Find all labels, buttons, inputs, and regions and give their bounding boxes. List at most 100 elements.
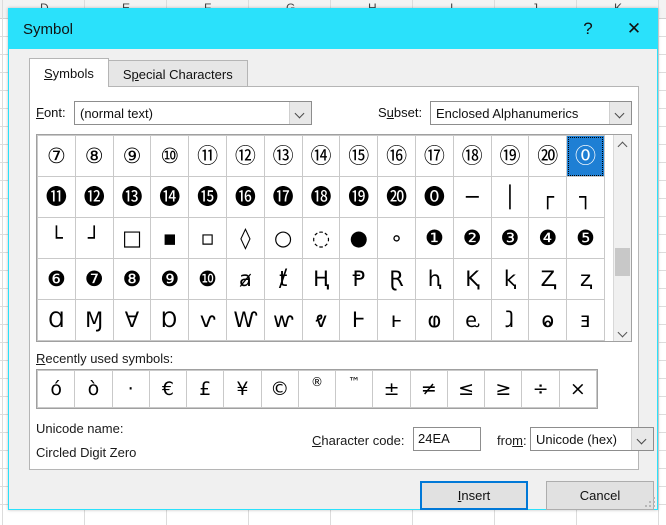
symbol-cell[interactable]: ─ [452, 176, 492, 218]
symbol-cell[interactable]: ▪ [150, 217, 190, 259]
symbol-cell[interactable]: ⑮ [339, 135, 379, 177]
symbol-cell[interactable]: ⓱ [263, 176, 303, 218]
symbol-cell[interactable]: ⓭ [112, 176, 152, 218]
symbol-cell[interactable]: ⱥ [225, 258, 265, 300]
recent-symbol-cell[interactable]: × [558, 370, 598, 408]
scrollbar-thumb[interactable] [615, 248, 630, 276]
resize-grip[interactable] [641, 493, 655, 507]
symbol-cell[interactable]: ◌ [301, 217, 341, 259]
symbol-cell[interactable]: ⓬ [74, 176, 114, 218]
symbol-cell[interactable]: ⑯ [377, 135, 416, 177]
chevron-down-icon[interactable] [631, 428, 653, 450]
symbol-cell[interactable]: ⱪ [490, 258, 530, 300]
symbol-cell[interactable]: ⓲ [301, 176, 341, 218]
symbol-cell[interactable]: Ⱨ [301, 258, 341, 300]
symbol-cell[interactable]: ❽ [112, 258, 152, 300]
symbol-cell[interactable]: ❺ [566, 217, 605, 259]
symbol-cell[interactable]: ⱴ [301, 299, 341, 341]
symbol-cell[interactable]: ⱬ [566, 258, 605, 300]
close-icon[interactable]: ✕ [611, 9, 657, 49]
symbol-cell[interactable]: ● [339, 217, 379, 259]
scroll-up-icon[interactable] [614, 135, 631, 152]
symbol-cell[interactable]: ○ [263, 217, 303, 259]
symbol-grid-scrollbar[interactable] [613, 135, 631, 341]
symbol-cell[interactable]: Ⱶ [339, 299, 379, 341]
symbol-grid[interactable]: ⑦ ⑧ ⑨ ⑩ ⑪ ⑫ ⑬ ⑭ ⑮ ⑯ ⑰ ⑱ ⑲ ⑳ ⓪ ⓫ ⓬ ⓭ ⓮ ⓯ ⓰ ⓱ ⓲ ⓳ ⓴ ⓿ ─ │ ┌ ┐ └ ┘ □ ▪ ▫ ◊ ○ ◌ ● ∘… [37, 135, 605, 341]
symbol-cell[interactable]: ⑫ [225, 135, 265, 177]
recent-symbol-cell[interactable]: ≥ [484, 370, 523, 408]
symbol-cell[interactable]: ⑩ [150, 135, 190, 177]
recent-symbol-cell[interactable]: ± [372, 370, 411, 408]
font-combobox[interactable]: (normal text) [74, 101, 312, 125]
symbol-cell[interactable]: Ⱳ [225, 299, 265, 341]
symbol-cell[interactable]: ❸ [490, 217, 530, 259]
symbol-cell[interactable]: ❿ [188, 258, 227, 300]
symbol-cell[interactable]: │ [490, 176, 530, 218]
symbol-cell[interactable]: ⑦ [37, 135, 76, 177]
symbol-cell[interactable]: ⓯ [188, 176, 227, 218]
character-code-input[interactable]: 24EA [413, 427, 481, 451]
symbol-cell[interactable]: ⱨ [414, 258, 454, 300]
symbol-cell[interactable]: ∘ [377, 217, 416, 259]
symbol-cell[interactable]: ❶ [414, 217, 454, 259]
symbol-cell[interactable]: ⑪ [188, 135, 227, 177]
symbol-cell[interactable]: □ [112, 217, 152, 259]
scroll-down-icon[interactable] [614, 324, 631, 341]
subset-combobox[interactable]: Enclosed Alphanumerics [430, 101, 632, 125]
insert-button[interactable]: Insert [420, 481, 528, 510]
recent-symbol-cell[interactable]: ™ [335, 370, 374, 408]
recent-symbol-cell[interactable]: · [111, 370, 150, 408]
from-combobox[interactable]: Unicode (hex) [530, 427, 654, 451]
symbol-cell[interactable]: ⑬ [263, 135, 303, 177]
symbol-cell[interactable]: ⱦ [263, 258, 303, 300]
symbol-cell[interactable]: Ⱬ [528, 258, 568, 300]
recent-symbol-cell[interactable]: ò [74, 370, 113, 408]
symbol-cell[interactable]: Ɑ [37, 299, 76, 341]
symbol-cell[interactable]: ⱳ [263, 299, 303, 341]
symbol-cell[interactable]: Ɒ [150, 299, 190, 341]
symbol-cell[interactable]: ⑰ [414, 135, 454, 177]
symbol-cell[interactable]: ⑲ [490, 135, 530, 177]
symbol-cell[interactable]: ┌ [528, 176, 568, 218]
symbol-cell[interactable]: ⑱ [452, 135, 492, 177]
symbol-cell[interactable]: ⑭ [301, 135, 341, 177]
symbol-cell[interactable]: ❼ [74, 258, 114, 300]
symbol-cell[interactable]: Ɽ [377, 258, 416, 300]
help-icon[interactable]: ? [565, 9, 611, 49]
cancel-button[interactable]: Cancel [546, 481, 654, 510]
tab-symbols[interactable]: Symbols [29, 58, 109, 87]
symbol-cell[interactable]: └ [37, 217, 76, 259]
symbol-cell[interactable]: ⓰ [225, 176, 265, 218]
tab-special-characters[interactable]: Special Characters [107, 60, 248, 87]
symbol-cell[interactable]: ⱺ [528, 299, 568, 341]
recent-symbol-cell[interactable]: ≠ [409, 370, 448, 408]
symbol-cell-selected[interactable]: ⓪ [566, 135, 605, 177]
chevron-down-icon[interactable] [609, 102, 631, 124]
symbol-cell[interactable]: Ⱪ [452, 258, 492, 300]
symbol-cell[interactable]: ⱶ [377, 299, 416, 341]
symbol-cell[interactable]: ⱸ [452, 299, 492, 341]
recent-symbol-cell[interactable]: ¥ [223, 370, 262, 408]
recent-symbol-cell[interactable]: £ [186, 370, 225, 408]
recent-symbol-cell[interactable]: ó [36, 370, 76, 408]
recent-symbol-cell[interactable]: © [260, 370, 299, 408]
symbol-cell[interactable]: Ɱ [74, 299, 114, 341]
recent-symbol-cell[interactable]: ≤ [446, 370, 486, 408]
chevron-down-icon[interactable] [289, 102, 311, 124]
symbol-cell[interactable]: ❷ [452, 217, 492, 259]
symbol-cell[interactable]: ⓫ [37, 176, 76, 218]
symbol-cell[interactable]: ◊ [225, 217, 265, 259]
symbol-cell[interactable]: ⓳ [339, 176, 379, 218]
symbol-cell[interactable]: ⑨ [112, 135, 152, 177]
recent-symbol-cell[interactable]: ® [297, 370, 337, 408]
symbol-cell[interactable]: ⱱ [188, 299, 227, 341]
recent-symbols-grid[interactable]: ó ò · € £ ¥ © ® ™ ± ≠ ≤ ≥ ÷ × [36, 370, 598, 408]
symbol-cell[interactable]: ⑳ [528, 135, 568, 177]
symbol-cell[interactable]: ⓴ [377, 176, 416, 218]
recent-symbol-cell[interactable]: ÷ [521, 370, 560, 408]
symbol-cell[interactable]: ❹ [528, 217, 568, 259]
symbol-cell[interactable]: ▫ [188, 217, 227, 259]
symbol-cell[interactable]: ⱹ [490, 299, 530, 341]
symbol-cell[interactable]: ⱷ [414, 299, 454, 341]
symbol-cell[interactable]: ⑧ [74, 135, 114, 177]
